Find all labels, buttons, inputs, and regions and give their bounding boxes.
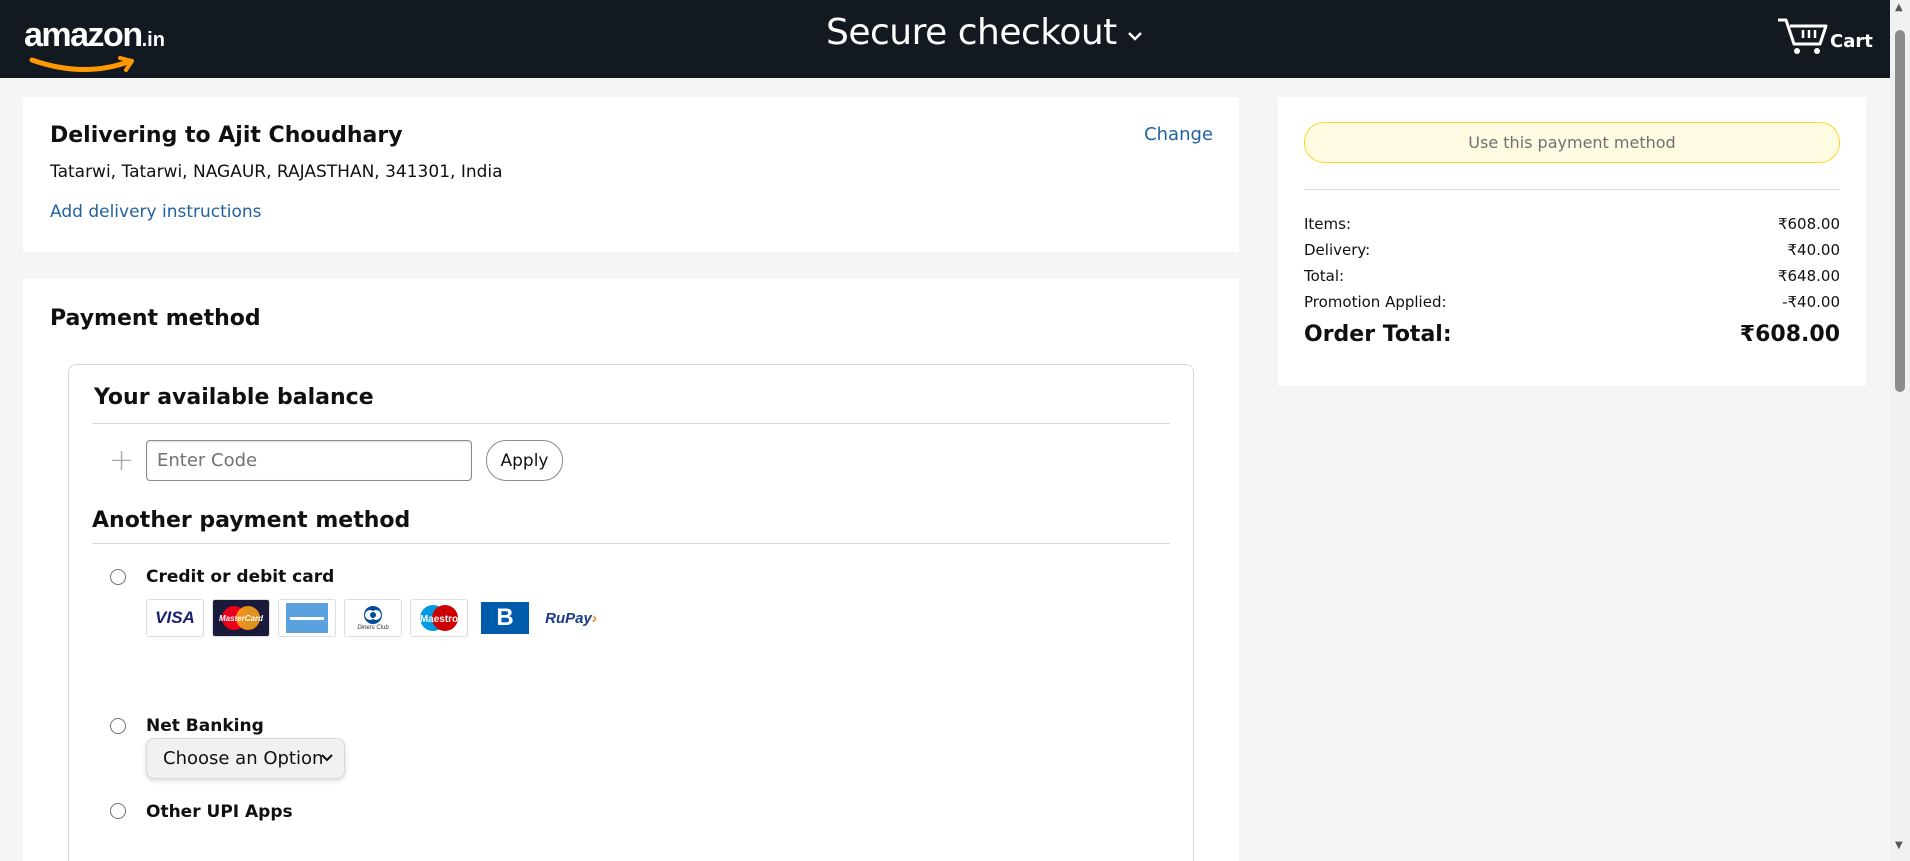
summary-value: ₹40.00 bbox=[1787, 241, 1841, 259]
maestro-logo: Maestro bbox=[410, 599, 468, 637]
summary-label: Promotion Applied: bbox=[1304, 293, 1447, 311]
available-balance-title: Your available balance bbox=[94, 385, 374, 410]
mastercard-logo: MasterCard bbox=[212, 599, 270, 637]
another-payment-title: Another payment method bbox=[92, 508, 411, 533]
cart-link[interactable]: Cart bbox=[1776, 16, 1873, 56]
gift-code-input[interactable] bbox=[146, 440, 472, 481]
logo-tld: .in bbox=[141, 29, 165, 51]
plus-icon[interactable]: + bbox=[109, 443, 134, 478]
payment-section: Payment method Your available balance + … bbox=[23, 279, 1239, 861]
select-value: Choose an Option bbox=[163, 748, 324, 769]
add-delivery-instructions-link[interactable]: Add delivery instructions bbox=[50, 202, 262, 222]
page-title: Secure checkout bbox=[826, 12, 1117, 53]
order-total-label: Order Total: bbox=[1304, 322, 1452, 347]
order-total-row: Order Total: ₹608.00 bbox=[1304, 322, 1840, 347]
apply-code-button[interactable]: Apply bbox=[486, 440, 563, 481]
radio-other-upi[interactable] bbox=[110, 803, 126, 819]
summary-value: ₹608.00 bbox=[1777, 215, 1840, 233]
divider bbox=[1304, 189, 1840, 190]
chevron-down-icon bbox=[321, 754, 333, 762]
order-summary: Use this payment method Items: ₹608.00 D… bbox=[1278, 97, 1866, 386]
svg-text:MasterCard: MasterCard bbox=[219, 614, 264, 623]
summary-value: -₹40.00 bbox=[1782, 293, 1840, 311]
scrollbar-thumb[interactable] bbox=[1895, 30, 1905, 392]
delivery-section: Delivering to Ajit Choudhary Tatarwi, Ta… bbox=[23, 97, 1239, 252]
payment-method-title: Payment method bbox=[50, 306, 261, 331]
visa-logo: VISA bbox=[146, 599, 204, 637]
radio-credit-debit-card[interactable] bbox=[110, 569, 126, 585]
net-banking-select[interactable]: Choose an Option bbox=[146, 738, 345, 779]
svg-text:Maestro: Maestro bbox=[420, 614, 458, 625]
delivery-title: Delivering to Ajit Choudhary bbox=[50, 123, 403, 148]
scroll-down-arrow-icon[interactable]: ▼ bbox=[1895, 840, 1903, 851]
cart-label: Cart bbox=[1830, 31, 1873, 52]
summary-row-promotion: Promotion Applied: -₹40.00 bbox=[1304, 293, 1840, 311]
card-logos: VISA MasterCard Diners Club Maestro B Ru… bbox=[146, 599, 600, 637]
summary-label: Items: bbox=[1304, 215, 1352, 233]
diners-icon bbox=[364, 606, 382, 624]
option-label-net-banking: Net Banking bbox=[146, 716, 264, 736]
summary-row-items: Items: ₹608.00 bbox=[1304, 215, 1840, 233]
divider bbox=[92, 543, 1170, 544]
radio-net-banking[interactable] bbox=[110, 718, 126, 734]
delivery-address: Tatarwi, Tatarwi, NAGAUR, RAJASTHAN, 341… bbox=[50, 162, 503, 182]
scroll-up-arrow-icon[interactable]: ▲ bbox=[1895, 2, 1903, 13]
top-header: amazon.in Secure checkout Cart bbox=[0, 0, 1890, 78]
order-total-value: ₹608.00 bbox=[1739, 322, 1840, 347]
logo-smile-icon bbox=[29, 56, 134, 72]
use-payment-method-button[interactable]: Use this payment method bbox=[1304, 122, 1840, 163]
summary-row-total: Total: ₹648.00 bbox=[1304, 267, 1840, 285]
chevron-down-icon bbox=[1127, 31, 1142, 41]
payment-options-box: Your available balance + Apply Another p… bbox=[68, 364, 1194, 861]
logo-text: amazon bbox=[24, 16, 143, 54]
option-label-card: Credit or debit card bbox=[146, 567, 335, 587]
cart-icon bbox=[1778, 18, 1828, 54]
amazon-logo[interactable]: amazon.in bbox=[24, 16, 165, 72]
diners-club-logo: Diners Club bbox=[344, 599, 402, 637]
secure-checkout-dropdown[interactable]: Secure checkout bbox=[826, 12, 1143, 53]
summary-label: Delivery: bbox=[1304, 241, 1371, 259]
summary-value: ₹648.00 bbox=[1777, 267, 1840, 285]
mastercard-icon: MasterCard bbox=[219, 606, 264, 630]
divider bbox=[92, 423, 1170, 424]
bajaj-logo: B bbox=[476, 599, 534, 637]
summary-label: Total: bbox=[1304, 267, 1345, 285]
amex-logo bbox=[278, 599, 336, 637]
change-address-link[interactable]: Change bbox=[1144, 124, 1213, 145]
option-label-upi: Other UPI Apps bbox=[146, 802, 293, 822]
page-scrollbar[interactable]: ▲ ▼ bbox=[1890, 0, 1910, 861]
rupay-logo: RuPay › bbox=[542, 599, 600, 637]
maestro-icon: Maestro bbox=[420, 605, 458, 631]
summary-row-delivery: Delivery: ₹40.00 bbox=[1304, 241, 1840, 259]
